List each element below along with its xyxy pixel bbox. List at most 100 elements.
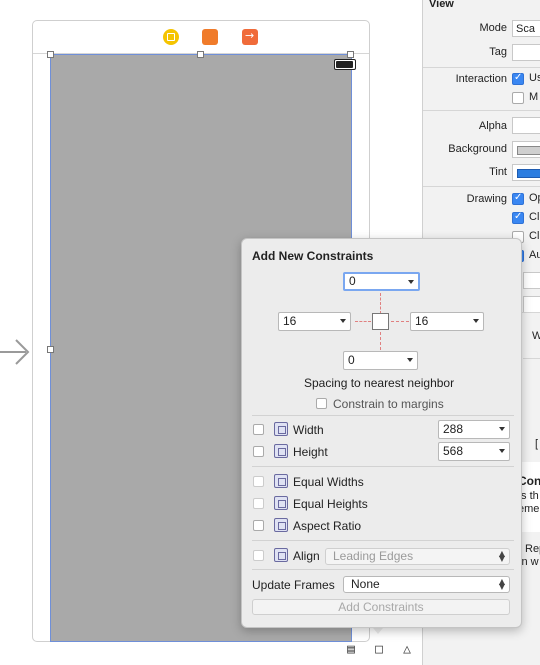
trailing-constraint-line[interactable] <box>391 321 409 323</box>
background-label: Background <box>448 143 507 155</box>
aspect-ratio-icon <box>274 518 288 532</box>
equal-widths-icon <box>274 474 288 488</box>
equal-heights-label: Equal Heights <box>293 497 368 511</box>
popover-divider <box>252 540 514 541</box>
constrain-margins-checkbox[interactable] <box>316 398 327 409</box>
inspector-divider <box>423 67 540 68</box>
width-label: Width <box>293 423 324 437</box>
interaction-label: Interaction <box>455 73 507 85</box>
height-constraint-icon <box>274 444 288 458</box>
inspector-divider <box>423 110 540 111</box>
first-responder-icon[interactable] <box>202 29 218 45</box>
width-constraint-icon <box>274 422 288 436</box>
leading-spacing-field[interactable]: 16 <box>278 312 351 331</box>
alpha-label: Alpha <box>478 120 507 132</box>
resize-handle-left[interactable] <box>47 346 54 353</box>
update-frames-label: Update Frames <box>252 578 335 592</box>
trailing-spacing-field[interactable]: 16 <box>410 312 484 331</box>
stretching-field-2[interactable] <box>523 296 540 313</box>
clip-subviews-text: Cl <box>529 230 540 242</box>
align-icon <box>274 548 288 562</box>
stretching-field[interactable] <box>523 272 540 289</box>
user-interaction-checkbox[interactable] <box>512 72 524 85</box>
inspector-section-title: View <box>429 0 454 10</box>
equal-widths-label: Equal Widths <box>293 475 364 489</box>
aspect-ratio-checkbox[interactable] <box>253 520 264 531</box>
chevron-down-icon[interactable] <box>473 319 479 323</box>
resolve-icon[interactable]: △ <box>398 642 416 658</box>
height-field[interactable]: 568 <box>438 442 510 461</box>
alpha-field[interactable] <box>512 117 540 134</box>
bottom-spacing-field[interactable]: 0 <box>343 351 418 370</box>
background-color-well[interactable] <box>512 141 540 158</box>
height-value: 568 <box>443 444 464 458</box>
view-controller-icon[interactable] <box>163 29 179 45</box>
chevron-down-icon[interactable] <box>408 280 414 284</box>
tag-label: Tag <box>489 46 507 58</box>
resize-handle-top[interactable] <box>197 51 204 58</box>
resize-handle-top-left[interactable] <box>47 51 54 58</box>
bottom-spacing-value: 0 <box>348 353 355 367</box>
w-text: W <box>532 330 540 342</box>
top-constraint-line[interactable] <box>380 293 382 314</box>
rep-line-1: Rep <box>525 543 540 555</box>
mode-popup[interactable]: Sca <box>512 20 540 37</box>
add-constraints-popover: Add New Constraints 0 16 16 0 Spacing to… <box>241 238 522 628</box>
clears-graphics-text: Cl <box>529 211 540 223</box>
equal-heights-icon <box>274 496 288 510</box>
background-swatch <box>517 146 540 155</box>
scene-dock <box>33 21 369 54</box>
mode-label: Mode <box>479 22 507 34</box>
leading-spacing-value: 16 <box>283 314 297 328</box>
align-checkbox[interactable] <box>253 550 264 561</box>
equal-heights-checkbox[interactable] <box>253 498 264 509</box>
inspector-divider <box>523 358 540 359</box>
add-constraints-button[interactable]: Add Constraints <box>252 599 510 615</box>
chevron-down-icon[interactable] <box>340 319 346 323</box>
popover-title: Add New Constraints <box>252 249 374 263</box>
autoresize-subviews-text: Au <box>529 249 540 261</box>
multiple-touch-checkbox[interactable] <box>512 92 524 104</box>
pin-icon[interactable]: □ <box>370 642 388 658</box>
popover-divider <box>252 415 514 416</box>
equal-widths-checkbox[interactable] <box>253 476 264 487</box>
trailing-spacing-value: 16 <box>415 314 429 328</box>
width-checkbox[interactable] <box>253 424 264 435</box>
align-label: Align <box>293 549 320 563</box>
tag-field[interactable] <box>512 44 540 61</box>
tint-color-well[interactable] <box>512 164 540 181</box>
chevron-down-icon[interactable] <box>499 449 505 453</box>
leading-constraint-line[interactable] <box>355 321 371 323</box>
constrain-margins-label: Constrain to margins <box>333 397 444 411</box>
drawing-label: Drawing <box>466 193 507 205</box>
opaque-checkbox[interactable] <box>512 192 524 205</box>
height-checkbox[interactable] <box>253 446 264 457</box>
battery-icon <box>334 59 356 70</box>
popover-divider <box>252 569 514 570</box>
multiple-touch-text: M <box>529 91 539 103</box>
chevron-down-icon[interactable] <box>407 358 413 362</box>
align-icon[interactable]: ▤ <box>342 642 360 658</box>
height-label: Height <box>293 445 328 459</box>
spacing-caption: Spacing to nearest neighbor <box>304 376 455 390</box>
top-spacing-field[interactable]: 0 <box>343 272 420 291</box>
update-frames-popup[interactable]: None ▲ ▼ <box>343 576 510 593</box>
user-interaction-text: Us <box>529 72 540 84</box>
align-popup[interactable]: Leading Edges ▲ ▼ <box>325 548 510 565</box>
width-field[interactable]: 288 <box>438 420 510 439</box>
tint-label: Tint <box>489 166 507 178</box>
updown-chevron-icon: ▲ ▼ <box>498 549 505 563</box>
bottom-constraint-line[interactable] <box>380 332 382 350</box>
chevron-down-icon[interactable] <box>499 427 505 431</box>
resize-handle-top-right[interactable] <box>347 51 354 58</box>
clears-graphics-checkbox[interactable] <box>512 211 524 224</box>
inspector-divider <box>423 186 540 187</box>
exit-icon[interactable] <box>242 29 258 45</box>
width-value: 288 <box>443 422 464 436</box>
popover-divider <box>252 466 514 467</box>
align-popup-value: Leading Edges <box>333 549 414 563</box>
top-spacing-value: 0 <box>349 274 356 288</box>
tint-swatch <box>517 169 540 178</box>
entry-point-arrow-icon <box>0 339 30 365</box>
update-frames-value: None <box>351 577 380 591</box>
